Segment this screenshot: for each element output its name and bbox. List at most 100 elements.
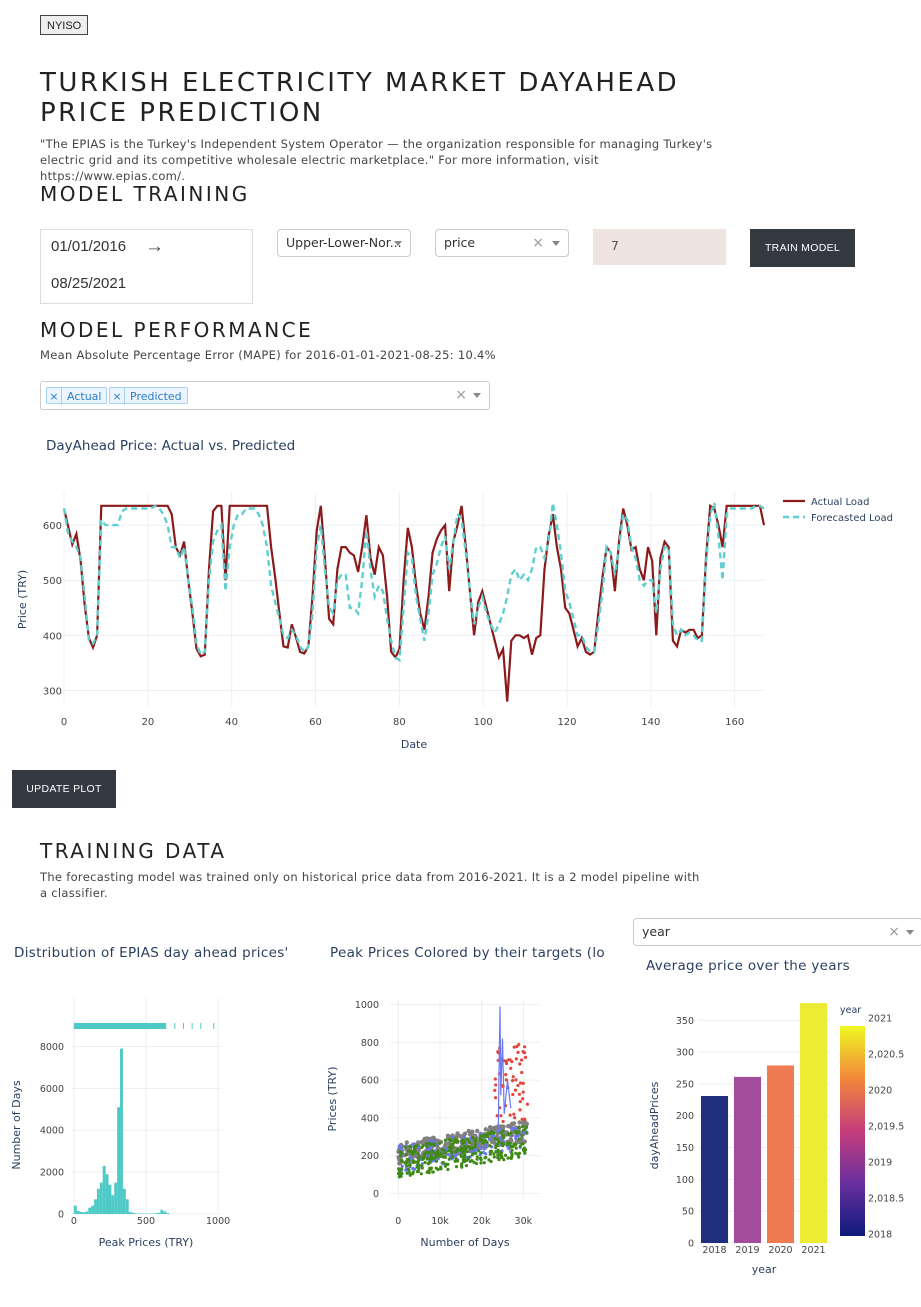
scatter-point <box>426 1141 430 1145</box>
chevron-down-icon[interactable] <box>473 393 481 398</box>
scatter-point <box>400 1171 404 1176</box>
scatter-point <box>483 1134 487 1138</box>
x-tick-label: 140 <box>641 717 660 728</box>
remove-tag-icon[interactable]: × <box>110 388 125 405</box>
x-axis-label: year <box>752 1263 777 1276</box>
scatter-point <box>477 1149 481 1153</box>
x-tick-label: 0 <box>71 1216 77 1227</box>
scatter-point <box>517 1126 521 1130</box>
scatter-point <box>494 1149 498 1154</box>
y-axis-label: dayAheadPrices <box>648 1081 661 1169</box>
remove-tag-icon[interactable]: × <box>47 388 62 405</box>
scatter-point <box>459 1153 463 1157</box>
scatter-point <box>520 1125 525 1129</box>
x-axis-label: Date <box>401 738 428 750</box>
y-tick-label: 8000 <box>40 1042 64 1053</box>
actual-load-line <box>62 503 766 702</box>
y-tick-label: 200 <box>676 1111 694 1122</box>
scatter-point <box>497 1150 501 1154</box>
x-tick-label: 100 <box>474 717 493 728</box>
legend-label: Actual Load <box>811 497 870 508</box>
group-by-value: year <box>642 924 670 939</box>
scatter-point <box>446 1167 450 1172</box>
scatter-point <box>501 1136 505 1140</box>
clear-icon[interactable]: × <box>455 382 467 408</box>
colorbar <box>840 1026 865 1236</box>
scatter-point <box>396 1172 401 1176</box>
y-tick-label: 300 <box>676 1048 694 1059</box>
scatter-point <box>489 1159 493 1164</box>
scatter-point <box>415 1144 419 1148</box>
series-multiselect[interactable]: × Actual × Predicted × <box>40 381 490 410</box>
scatter-point <box>520 1058 524 1062</box>
scatter-point <box>404 1140 409 1145</box>
series-tag-label: Predicted <box>130 390 182 403</box>
mape-text: Mean Absolute Percentage Error (MAPE) fo… <box>40 348 496 362</box>
end-date-input[interactable]: 08/25/2021 <box>51 275 126 292</box>
scatter-point <box>428 1160 432 1164</box>
chevron-down-icon[interactable] <box>906 930 914 935</box>
date-range-picker[interactable]: 01/01/2016 → 08/25/2021 <box>40 229 253 304</box>
scatter-point <box>468 1132 473 1137</box>
chevron-down-icon[interactable] <box>394 241 402 246</box>
scatter-point <box>443 1138 447 1142</box>
scatter-point <box>482 1147 486 1151</box>
group-by-dropdown[interactable]: year × <box>633 918 921 946</box>
scatter-point <box>411 1152 415 1156</box>
scatter-point <box>518 1062 522 1066</box>
scatter-point <box>430 1149 434 1153</box>
scatter-point <box>415 1140 421 1145</box>
start-date-input[interactable]: 01/01/2016 <box>51 238 126 255</box>
peak-price-scatter: 0 200 400 600 800 1000 0 10k 20k 30k Number of Day… <box>326 999 540 1249</box>
scatter-point <box>404 1146 408 1150</box>
scatter-point <box>423 1160 427 1165</box>
nyiso-badge[interactable]: NYISO <box>40 15 89 35</box>
chevron-down-icon[interactable] <box>552 241 560 246</box>
scatter-point <box>459 1163 464 1167</box>
colorbar-tick-label: 2020 <box>868 1086 892 1097</box>
scatter-point <box>471 1152 475 1156</box>
scatter-point <box>492 1152 496 1156</box>
arrow-right-icon: → <box>145 236 164 257</box>
horizon-input[interactable]: 7 <box>593 229 726 265</box>
target-dropdown[interactable]: price × <box>435 229 569 257</box>
clear-icon[interactable]: × <box>888 919 900 945</box>
scatter-point <box>475 1157 479 1161</box>
scatter-point <box>516 1152 520 1156</box>
scatter-point <box>504 1061 509 1066</box>
train-model-button[interactable]: TRAIN MODEL <box>750 229 855 267</box>
scatter-point <box>499 1131 503 1135</box>
target-value: price <box>444 235 476 250</box>
scatter-point <box>405 1157 409 1161</box>
scatter-point <box>512 1142 516 1146</box>
scatter-point <box>490 1149 494 1153</box>
scatter-point <box>433 1143 437 1147</box>
model-type-value: Upper-Lower-Nor... <box>286 235 402 250</box>
scatter-point <box>517 1155 521 1159</box>
scatter-point <box>465 1158 469 1162</box>
scatter-point <box>473 1139 477 1143</box>
scatter-point <box>523 1045 527 1049</box>
update-plot-button[interactable]: UPDATE PLOT <box>12 770 116 808</box>
clear-icon[interactable]: × <box>532 230 544 256</box>
y-tick-label: 350 <box>676 1016 694 1027</box>
scatter-point <box>441 1155 445 1159</box>
series-tag[interactable]: × Predicted <box>109 387 188 405</box>
model-type-dropdown[interactable]: Upper-Lower-Nor... <box>277 229 411 257</box>
scatter-point <box>421 1157 425 1161</box>
series-tag[interactable]: × Actual <box>46 387 108 405</box>
histogram-bar <box>125 1199 129 1214</box>
training-data-description: The forecasting model was trained only o… <box>40 870 700 900</box>
scatter-point <box>429 1156 433 1160</box>
x-tick-label: 2021 <box>801 1245 825 1256</box>
scatter-point <box>422 1136 427 1142</box>
x-tick-label: 40 <box>225 717 238 728</box>
scatter-point <box>520 1070 524 1075</box>
scatter-point <box>464 1164 469 1168</box>
histogram-bar <box>73 1205 77 1214</box>
scatter-point <box>513 1116 517 1120</box>
scatter-point <box>477 1144 481 1148</box>
scatter-point <box>495 1143 499 1148</box>
scatter-point <box>521 1081 525 1085</box>
intro-text: "The EPIAS is the Turkey's Independent S… <box>40 137 713 183</box>
